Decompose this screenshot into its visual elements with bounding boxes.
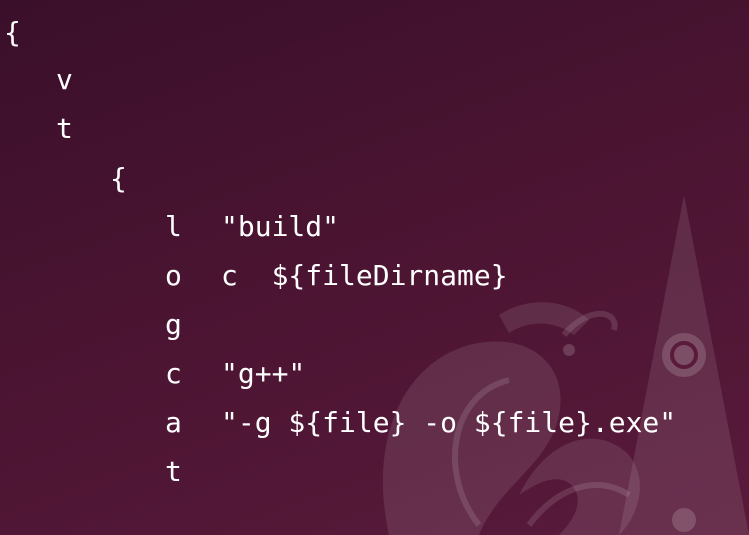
entry-key: g xyxy=(165,308,182,341)
code-line-t: t xyxy=(56,112,73,145)
terminal-window: { "terminal": { "lines": [ { "text": "{"… xyxy=(0,0,749,535)
code-line-v: v xyxy=(56,63,73,96)
entry-value: "-g ${file} -o ${file}.exe" xyxy=(221,406,677,439)
entry-value: c ${fileDirname} xyxy=(221,259,508,292)
entry-key: t xyxy=(165,455,182,488)
entry-key: o xyxy=(165,259,182,292)
entry-value: "g++" xyxy=(221,357,306,390)
code-line-inner-brace: { xyxy=(110,162,127,195)
entry-value: "build" xyxy=(221,210,340,243)
code-line-open-brace: { xyxy=(4,16,21,49)
entry-key: a xyxy=(165,406,182,439)
terminal-output: { v t { l "build" o c ${fileDirname} g c… xyxy=(0,0,749,535)
entry-key: c xyxy=(165,357,182,390)
entry-key: l xyxy=(165,210,182,243)
